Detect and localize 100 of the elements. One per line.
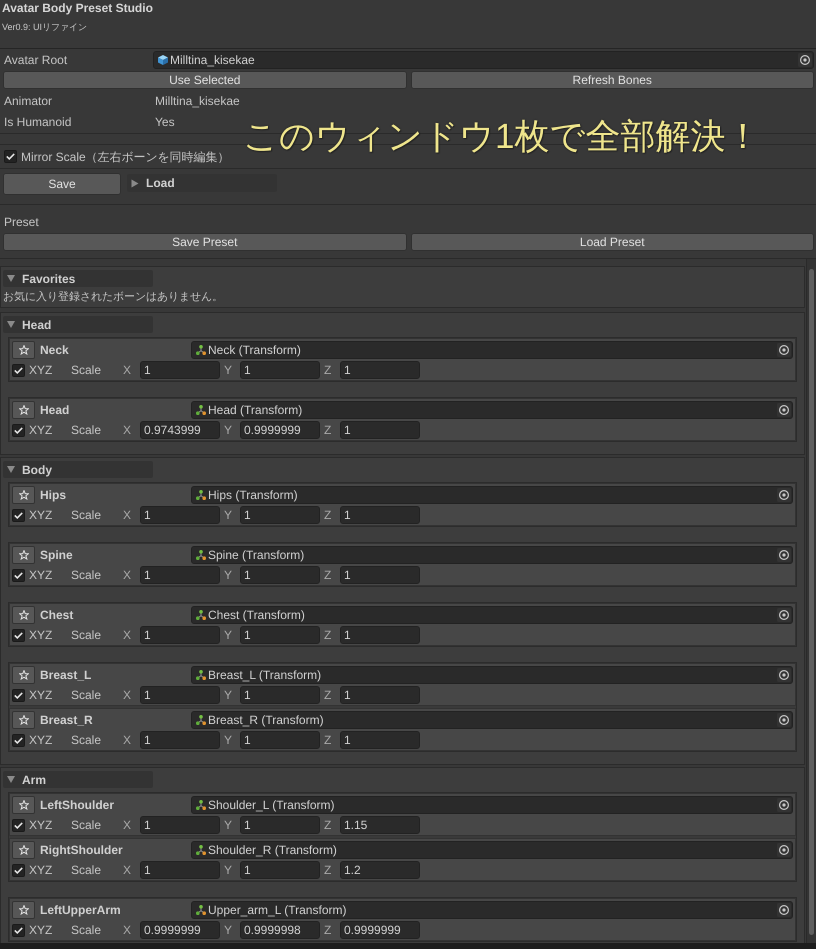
scale-label: Scale (71, 687, 102, 703)
object-field[interactable]: Breast_L (Transform) (191, 666, 793, 684)
object-field[interactable]: Shoulder_L (Transform) (191, 796, 793, 814)
foldout-header[interactable]: Head (3, 316, 153, 333)
checkbox[interactable] (12, 628, 25, 642)
number-field[interactable]: 1 (140, 731, 220, 749)
favorite-button[interactable] (12, 841, 35, 859)
number-field[interactable]: 1 (340, 361, 420, 379)
number-field[interactable]: 1 (140, 861, 220, 879)
use-selected-button[interactable]: Use Selected (3, 71, 406, 89)
info-value: Milltina_kisekae (154, 93, 240, 109)
favorite-button[interactable] (12, 711, 35, 729)
checkbox-label: XYZ (29, 862, 54, 878)
favorite-button[interactable] (12, 901, 35, 919)
scale-label: Scale (71, 817, 102, 833)
number-field[interactable]: 1 (240, 731, 320, 749)
checkbox[interactable] (12, 424, 25, 436)
bone-name: Neck (40, 342, 70, 358)
target-icon[interactable] (777, 713, 791, 727)
object-field[interactable]: Chest (Transform) (191, 606, 793, 624)
target-icon[interactable] (777, 843, 791, 857)
scrollbar-thumb[interactable] (809, 269, 814, 935)
target-icon[interactable] (777, 488, 791, 502)
number-field[interactable]: 1 (140, 816, 220, 834)
load-foldout[interactable]: Load (127, 174, 277, 192)
target-icon[interactable] (777, 403, 791, 417)
refresh-bones-button[interactable]: Refresh Bones (410, 71, 814, 89)
checkbox[interactable] (12, 508, 25, 522)
star-icon (18, 715, 28, 725)
favorite-button[interactable] (12, 341, 35, 359)
number-field[interactable]: 1 (340, 421, 420, 439)
save-button[interactable]: Save (3, 173, 121, 195)
number-field[interactable]: 1 (340, 506, 420, 524)
favorite-button[interactable] (12, 401, 35, 419)
star-icon (18, 345, 28, 355)
number-field[interactable]: 1 (140, 361, 220, 379)
number-field[interactable]: 1 (140, 626, 220, 644)
scale-label: Scale (71, 922, 102, 938)
number-field[interactable]: 1 (240, 506, 320, 524)
number-field[interactable]: 1 (240, 626, 320, 644)
checkbox[interactable] (4, 150, 17, 163)
foldout-header[interactable]: Arm (3, 771, 153, 788)
number-field[interactable]: 1 (340, 686, 420, 704)
scale-label: Scale (71, 507, 102, 523)
axis-label: Y (223, 422, 234, 438)
axis-label: X (123, 507, 132, 523)
scrollbar[interactable] (806, 259, 816, 943)
target-icon[interactable] (777, 608, 791, 622)
favorite-button[interactable] (12, 606, 35, 624)
checkbox[interactable] (12, 734, 25, 746)
number-field[interactable]: 0.9743999 (140, 421, 220, 439)
number-field[interactable]: 1 (240, 861, 320, 879)
bone-name: Breast_L (40, 667, 92, 683)
number-field[interactable]: 0.9999999 (140, 921, 220, 939)
number-field[interactable]: 1 (240, 361, 320, 379)
target-icon[interactable] (798, 53, 812, 67)
number-field[interactable]: 1 (340, 731, 420, 749)
foldout-header[interactable]: Body (3, 461, 153, 478)
favorite-button[interactable] (12, 666, 35, 684)
number-field[interactable]: 1 (340, 566, 420, 584)
number-field[interactable]: 1.15 (340, 816, 420, 834)
favorite-button[interactable] (12, 796, 35, 814)
favorite-button[interactable] (12, 486, 35, 504)
load-preset-button[interactable]: Load Preset (410, 233, 814, 251)
number-field[interactable]: 1 (240, 816, 320, 834)
target-icon[interactable] (777, 903, 791, 917)
number-field[interactable]: 0.9999999 (340, 921, 420, 939)
number-field[interactable]: 1 (140, 506, 220, 524)
object-field[interactable]: Milltina_kisekae (153, 51, 814, 69)
object-field[interactable]: Upper_arm_L (Transform) (191, 901, 793, 919)
save-preset-button[interactable]: Save Preset (3, 233, 406, 251)
object-field[interactable]: Spine (Transform) (191, 546, 793, 564)
foldout-header[interactable]: Favorites (3, 270, 153, 287)
checkbox[interactable] (12, 924, 25, 936)
object-field[interactable]: Breast_R (Transform) (191, 711, 793, 729)
number-field[interactable]: 0.9999998 (240, 921, 320, 939)
number-field[interactable]: 1.2 (340, 861, 420, 879)
checkbox[interactable] (12, 818, 25, 832)
number-field[interactable]: 1 (240, 566, 320, 584)
number-field[interactable]: 1 (140, 566, 220, 584)
checkbox[interactable] (12, 864, 25, 876)
checkbox[interactable] (12, 688, 25, 702)
checkbox[interactable] (12, 364, 25, 376)
star-icon (18, 670, 28, 680)
number-field[interactable]: 1 (140, 686, 220, 704)
favorite-button[interactable] (12, 546, 35, 564)
axis-label: X (123, 362, 132, 378)
number-field[interactable]: 1 (340, 626, 420, 644)
object-field[interactable]: Head (Transform) (191, 401, 793, 419)
target-icon[interactable] (777, 798, 791, 812)
target-icon[interactable] (777, 548, 791, 562)
object-field[interactable]: Hips (Transform) (191, 486, 793, 504)
object-field[interactable]: Neck (Transform) (191, 341, 793, 359)
object-field[interactable]: Shoulder_R (Transform) (191, 841, 793, 859)
number-field[interactable]: 1 (240, 686, 320, 704)
number-field[interactable]: 0.9999999 (240, 421, 320, 439)
checkbox[interactable] (12, 568, 25, 582)
target-icon[interactable] (777, 343, 791, 357)
nodes-icon (196, 345, 206, 355)
target-icon[interactable] (777, 668, 791, 682)
